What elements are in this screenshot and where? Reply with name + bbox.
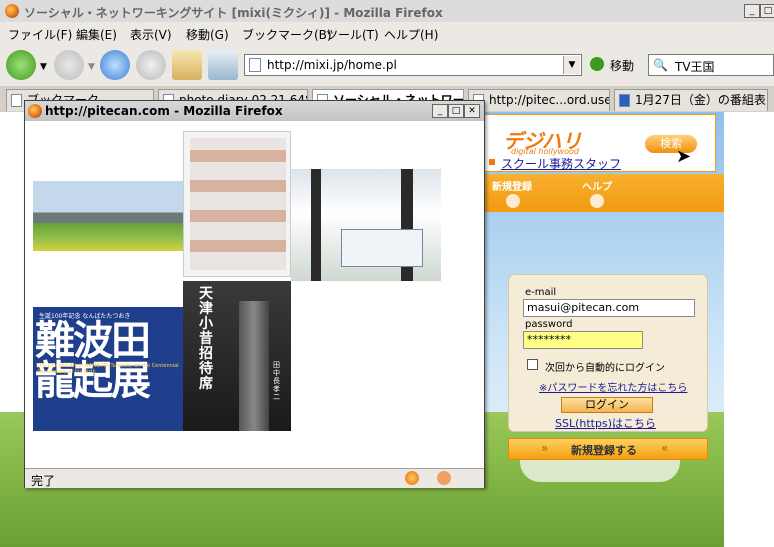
popup-minimize-button[interactable]: _ [432, 104, 448, 118]
book2-title: 天津小昔 招待席 [199, 286, 213, 392]
tab-tv-schedule[interactable]: 1月27日（金）の番組表... [614, 89, 768, 111]
search-value: TV王国 [675, 60, 715, 74]
book-nambata[interactable]: 生誕100年記念 なんばたたつおき 難波田 龍起展 The Life and A… [33, 307, 183, 431]
popup-window: http://pitecan.com - Mozilla Firefox _ □… [24, 100, 485, 488]
home-icon[interactable] [172, 50, 202, 80]
email-label: e-mail [525, 287, 557, 298]
password-field[interactable]: ******** [523, 331, 643, 349]
firefox-icon [5, 4, 19, 18]
main-window-titlebar: ソーシャル・ネットワーキングサイト [mixi(ミクシィ)] - Mozilla… [0, 0, 774, 23]
popup-titlebar[interactable]: http://pitecan.com - Mozilla Firefox _ □… [25, 101, 484, 121]
back-icon[interactable] [6, 50, 36, 80]
photo-factory-field[interactable] [33, 181, 183, 251]
page-icon [249, 58, 261, 72]
menu-go[interactable]: 移動(G) [186, 26, 229, 43]
help-icon [590, 194, 604, 208]
nav-help[interactable]: ヘルプ [582, 178, 612, 193]
book-title: 難波田 龍起展 [35, 318, 151, 404]
menu-help[interactable]: ヘルプ(H) [384, 26, 438, 43]
menu-view[interactable]: 表示(V) [130, 26, 172, 43]
mixi-nav-bar: 新規登録 ヘルプ [484, 174, 724, 212]
maximize-button[interactable]: □ [760, 4, 774, 18]
register-label: 新規登録する [571, 444, 637, 457]
go-button[interactable]: 移動 [610, 57, 634, 74]
status-text: 完了 [31, 474, 56, 488]
main-window-title: ソーシャル・ネットワーキングサイト [mixi(ミクシィ)] - Mozilla… [24, 6, 443, 20]
forward-dropdown-icon[interactable]: ▼ [88, 62, 95, 72]
nav-register[interactable]: 新規登録 [492, 178, 532, 193]
login-button[interactable]: ログイン [561, 397, 653, 413]
double-arrow-icon: » [541, 441, 549, 455]
menu-file[interactable]: ファイル(F) [8, 26, 72, 43]
stop-icon[interactable] [136, 50, 166, 80]
register-button[interactable]: » 新規登録する « [508, 438, 708, 460]
firefox-status-icon[interactable] [405, 471, 419, 485]
back-dropdown-icon[interactable]: ▼ [40, 62, 47, 72]
check-icon [506, 194, 520, 208]
double-arrow-icon: « [661, 441, 669, 455]
photo-faces-sheet[interactable] [183, 131, 291, 277]
auto-login-label: 次回から自動的にログイン [545, 363, 665, 374]
menu-bar: ファイル(F) 編集(E) 表示(V) 移動(G) ブックマーク(B) ツール(… [0, 22, 774, 45]
tv-icon [619, 94, 630, 107]
book2-author: 田中長孝二 [273, 361, 280, 401]
popup-maximize-button[interactable]: □ [448, 104, 464, 118]
password-label: password [525, 319, 573, 330]
menu-tools[interactable]: ツール(T) [326, 26, 379, 43]
ssl-link[interactable]: SSL(https)はこちら [555, 415, 656, 431]
forward-icon[interactable] [54, 50, 84, 80]
tab-userjs[interactable]: http://pitec...ord.user.js [468, 89, 610, 111]
bullet-icon [489, 159, 495, 165]
forgot-password-link[interactable]: ※パスワードを忘れた方はこちら [539, 379, 687, 394]
popup-title: http://pitecan.com - Mozilla Firefox [45, 104, 283, 118]
photo-construction-site[interactable] [291, 169, 441, 281]
popup-statusbar: 完了 [25, 468, 484, 488]
search-engine-icon[interactable]: 🔍 [653, 58, 668, 72]
book-tenshin[interactable]: 天津小昔 招待席 田中長孝二 [183, 281, 291, 431]
minimize-button[interactable]: _ [744, 4, 760, 18]
email-field[interactable]: masui@pitecan.com [523, 299, 695, 317]
page-icon [11, 94, 22, 107]
firefox-icon [28, 104, 42, 118]
menu-edit[interactable]: 編集(E) [76, 26, 117, 43]
book-subtitle: The Life and Art of NAMBATA Tatsuoki, on… [37, 363, 179, 375]
login-panel: e-mail masui@pitecan.com password ******… [508, 274, 708, 432]
go-icon[interactable] [590, 57, 604, 71]
tab-label: http://pitec...ord.user.js [489, 93, 610, 107]
url-text: http://mixi.jp/home.pl [267, 58, 397, 72]
auto-login-checkbox[interactable] [527, 359, 538, 370]
greasemonkey-icon[interactable] [437, 471, 451, 485]
url-dropdown-icon[interactable]: ▼ [563, 56, 580, 74]
reload-icon[interactable] [100, 50, 130, 80]
bookmark-page-icon[interactable] [208, 50, 238, 80]
mouse-cursor-icon: ➤ [676, 146, 692, 167]
search-box[interactable]: 🔍 TV王国 [648, 54, 774, 76]
tab-label: 1月27日（金）の番組表... [635, 93, 768, 107]
url-bar[interactable]: http://mixi.jp/home.pl ▼ [244, 54, 582, 76]
staff-link[interactable]: スクール事務スタッフ [501, 155, 621, 172]
popup-close-button[interactable]: ✕ [464, 104, 480, 118]
menu-bookmarks[interactable]: ブックマーク(B) [242, 26, 332, 43]
